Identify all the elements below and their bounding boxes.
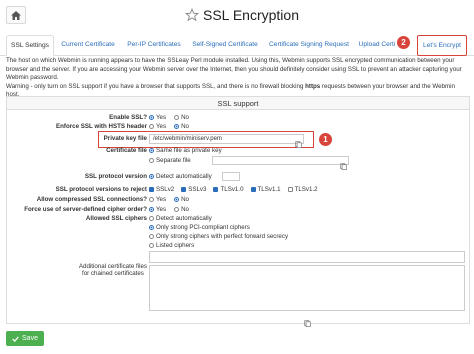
chained-certs-textarea[interactable] xyxy=(149,265,465,311)
cipher-option-listed: Listed ciphers xyxy=(149,242,194,249)
tab-current-certificate[interactable]: Current Certificate xyxy=(60,35,116,54)
home-button[interactable] xyxy=(6,6,26,24)
ssl-version-input[interactable] xyxy=(222,172,240,181)
tab-per-ip-certificates[interactable]: Per-IP Certificates xyxy=(124,35,184,54)
cert-file-chooser-icon[interactable] xyxy=(340,157,347,175)
hsts-radios: Yes No xyxy=(149,123,189,130)
server-order-no-radio[interactable] xyxy=(174,207,180,212)
ciphers-label: Allowed SSL ciphers xyxy=(85,215,147,222)
compressed-radios: Yes No xyxy=(149,196,189,203)
server-order-radios: Yes No xyxy=(149,206,189,213)
intro-line-3: Webmin password. xyxy=(6,74,59,81)
server-order-label: Force use of server-defined cipher order… xyxy=(24,206,147,213)
cipher-option-pci: Only strong PCI-compliant ciphers xyxy=(149,224,250,231)
enable-ssl-label: Enable SSL? xyxy=(109,114,147,121)
enable-ssl-radios: Yes No xyxy=(149,114,189,121)
save-label: Save xyxy=(22,335,38,342)
title-wrap: SSL Encryption xyxy=(185,6,299,24)
check-icon xyxy=(12,335,19,342)
ssl-version-option: Detect automatically xyxy=(149,173,212,180)
hsts-label: Enforce SSL with HSTS header xyxy=(56,123,147,130)
hsts-no-radio[interactable] xyxy=(174,124,180,129)
intro-line-1: The host on which Webmin is running appe… xyxy=(6,57,455,64)
cert-separate-input[interactable] xyxy=(212,156,349,165)
cipher-option-pfs: Only strong ciphers with perfect forward… xyxy=(149,233,288,240)
cert-same-option: Same file as private key xyxy=(149,147,222,154)
cipher-listed-radio[interactable] xyxy=(149,243,154,248)
chained-label: Additional certificate files for chained… xyxy=(78,263,147,277)
reject-tlsv12-check[interactable] xyxy=(287,187,293,192)
cert-file-label: Certificate file xyxy=(106,147,147,154)
server-order-yes-radio[interactable] xyxy=(149,207,154,212)
enable-ssl-no-radio[interactable] xyxy=(174,115,180,120)
reject-tlsv10-check[interactable] xyxy=(213,187,219,192)
cipher-auto-radio[interactable] xyxy=(149,216,154,221)
tab-upload-certificate[interactable]: Upload Certi xyxy=(356,35,398,54)
ssl-support-panel: SSL support Enable SSL? Yes No Enforce S… xyxy=(6,96,470,327)
ssl-version-label: SSL protocol version xyxy=(84,173,147,180)
cipher-option-auto: Detect automatically xyxy=(149,215,212,222)
cert-same-radio[interactable] xyxy=(149,148,154,153)
tab-self-signed-certificate[interactable]: Self-Signed Certificate xyxy=(190,35,260,54)
chained-file-chooser-icon[interactable] xyxy=(304,314,311,332)
header-bar: SSL Encryption xyxy=(0,0,474,30)
home-icon xyxy=(11,10,21,20)
intro-text: The host on which Webmin is running appe… xyxy=(6,57,468,100)
cert-separate-option: Separate file xyxy=(149,157,191,164)
cert-separate-radio[interactable] xyxy=(149,158,154,163)
cipher-list-input[interactable] xyxy=(149,251,465,263)
panel-title: SSL support xyxy=(7,97,469,110)
reject-versions-label: SSL protocol versions to reject xyxy=(55,186,147,193)
reject-tlsv11-check[interactable] xyxy=(250,187,256,192)
tab-ssl-settings[interactable]: SSL Settings xyxy=(6,35,54,56)
private-key-input[interactable]: /etc/webmin/miniserv.pem xyxy=(149,134,304,144)
annotation-badge-1: 1 xyxy=(319,133,332,146)
compressed-no-radio[interactable] xyxy=(174,197,180,202)
file-chooser-icon[interactable] xyxy=(295,135,302,153)
reject-versions-checks: SSLv2 SSLv3 TLSv1.0 TLSv1.1 TLSv1.2 xyxy=(149,186,318,193)
save-button[interactable]: Save xyxy=(6,331,44,346)
intro-line-2: browser and the server. If you are acces… xyxy=(6,65,462,73)
enable-ssl-yes-radio[interactable] xyxy=(149,115,154,120)
tab-lets-encrypt[interactable]: Let's Encrypt xyxy=(417,35,467,56)
tab-certificate-signing-request[interactable]: Certificate Signing Request xyxy=(266,35,352,54)
compressed-yes-radio[interactable] xyxy=(149,197,154,202)
cipher-pfs-radio[interactable] xyxy=(149,234,154,239)
private-key-label: Private key file xyxy=(103,135,147,142)
ssl-version-auto-radio[interactable] xyxy=(149,174,154,179)
cipher-pci-radio[interactable] xyxy=(149,225,154,230)
compressed-label: Allow compressed SSL connections? xyxy=(36,196,147,203)
hsts-yes-radio[interactable] xyxy=(149,124,154,129)
annotation-badge-2: 2 xyxy=(397,36,410,49)
star-icon[interactable] xyxy=(185,8,199,22)
page-title: SSL Encryption xyxy=(203,7,299,23)
reject-sslv3-check[interactable] xyxy=(181,187,187,192)
reject-sslv2-check[interactable] xyxy=(149,187,154,192)
